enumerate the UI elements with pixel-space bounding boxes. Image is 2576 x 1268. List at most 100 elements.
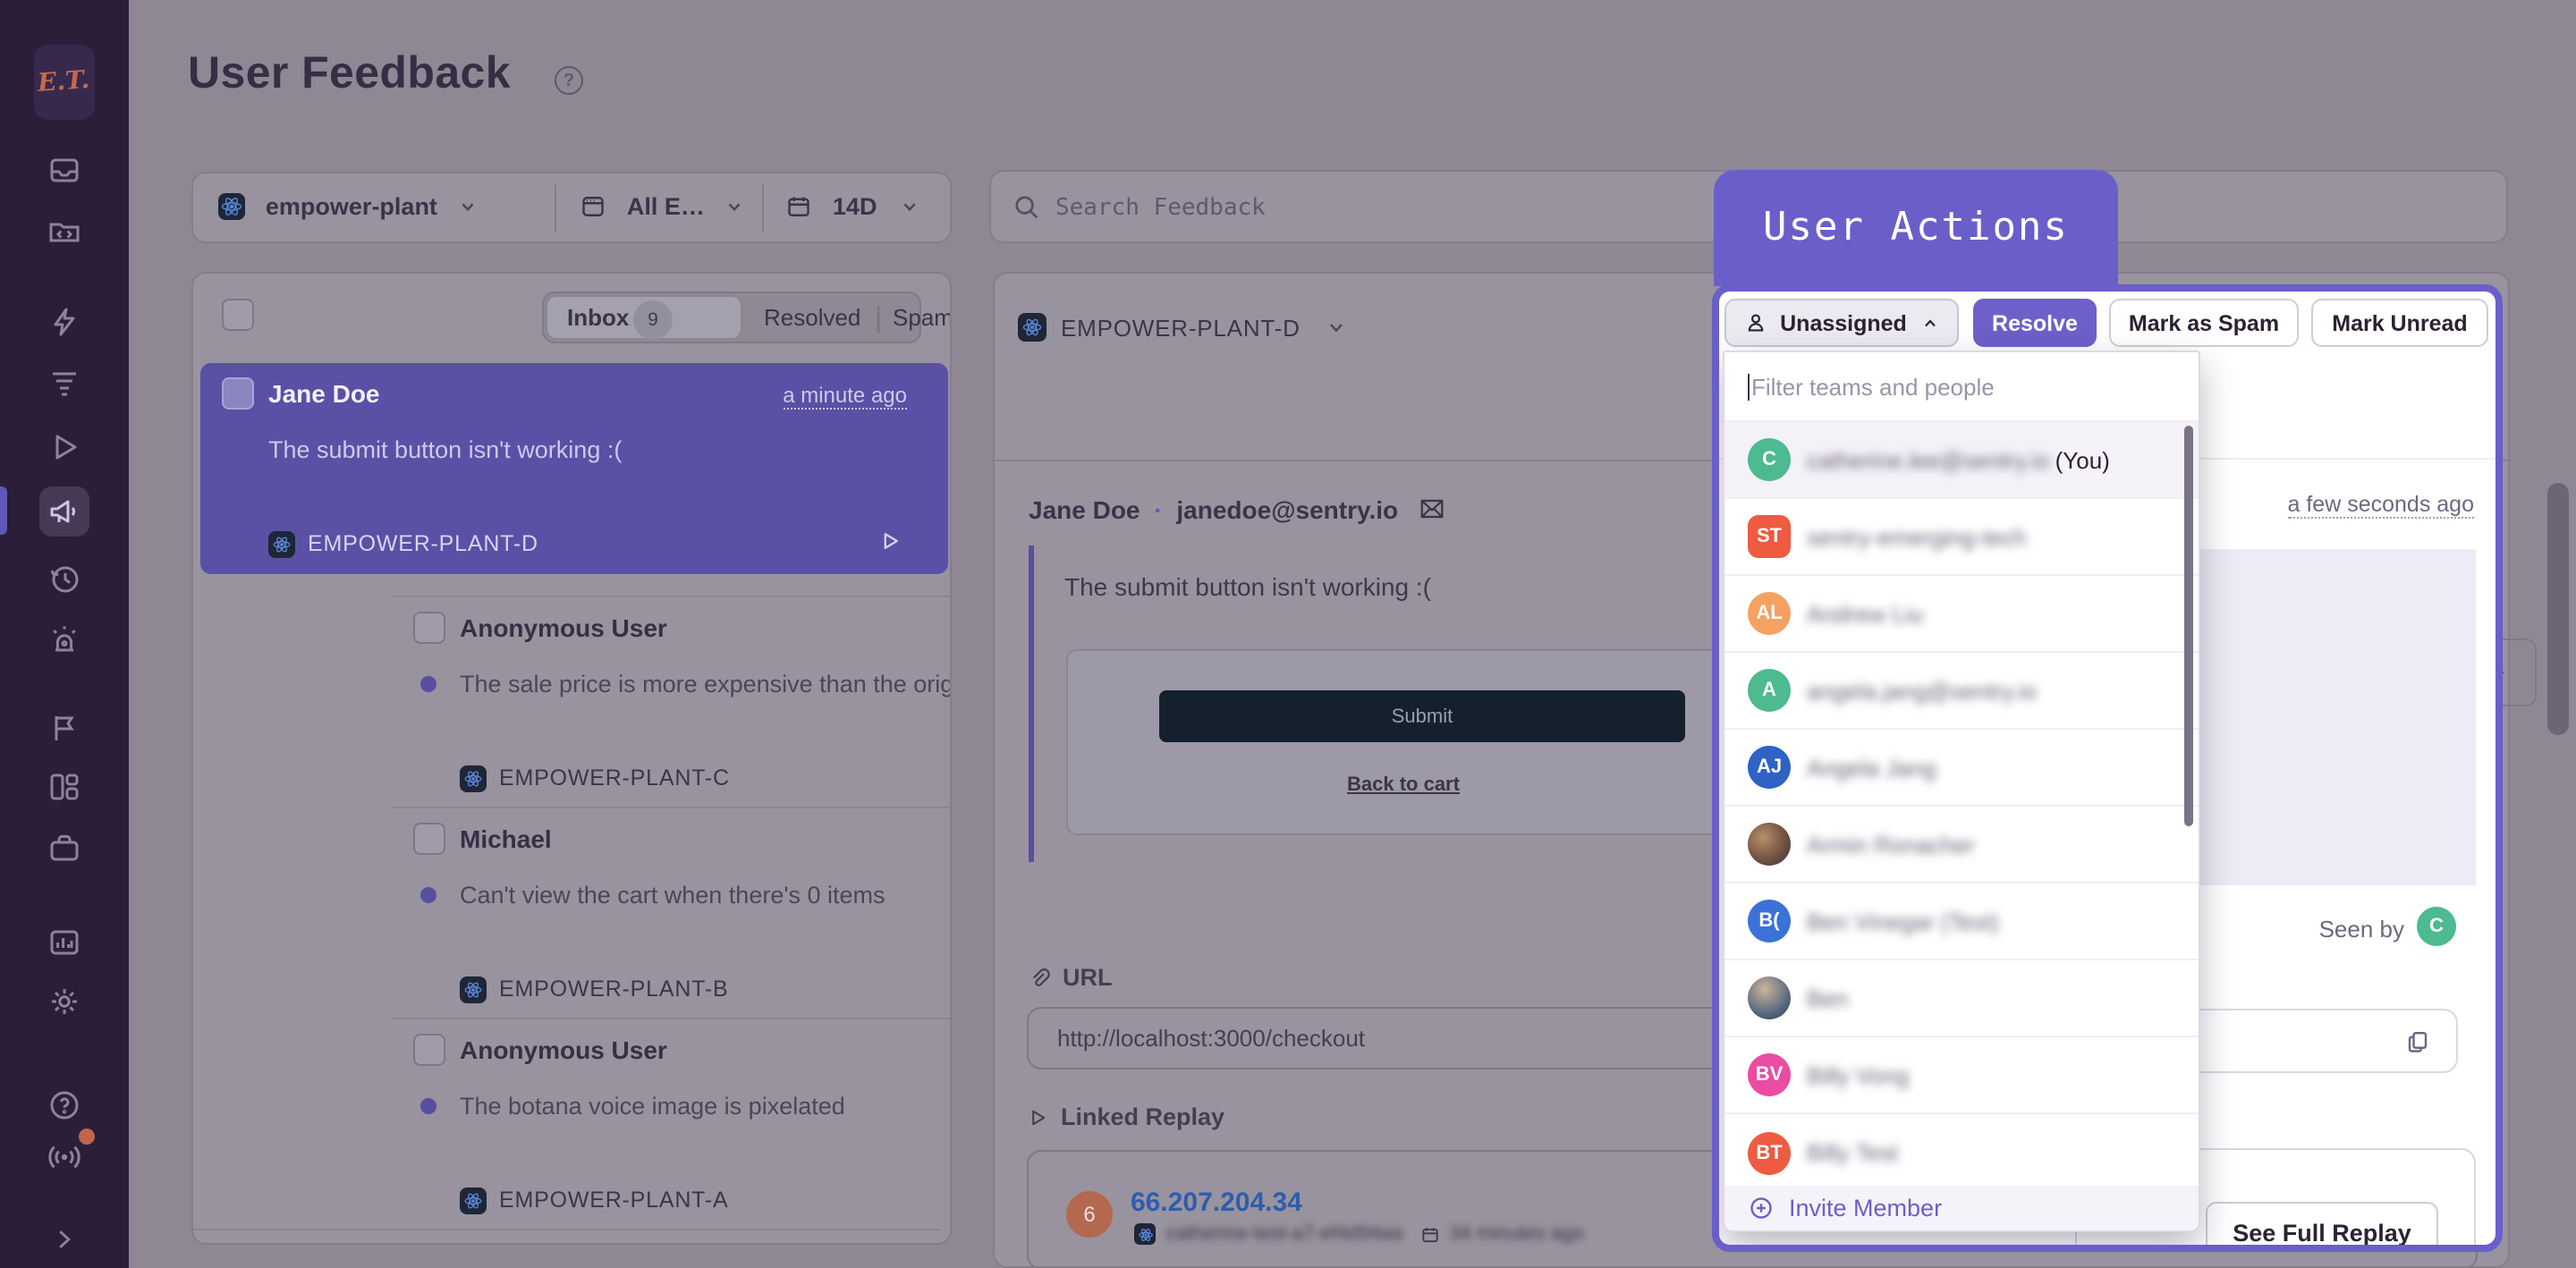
assignee-dropdown-button[interactable]: Unassigned <box>1724 299 1959 347</box>
replays-play-icon[interactable] <box>39 422 89 472</box>
member-option[interactable]: Armin Ronacher <box>1724 807 2199 883</box>
feedback-item[interactable]: Anonymous User 18 minutes ago The sale p… <box>392 596 952 807</box>
feedback-message: The botana voice image is pixelated <box>460 1093 952 1121</box>
react-project-icon <box>460 1187 487 1213</box>
environment-icon <box>580 194 606 221</box>
tab-inbox-label: Inbox <box>567 304 629 331</box>
member-option[interactable]: ST sentry-emerging-tech <box>1724 499 2199 576</box>
feedback-megaphone-icon[interactable] <box>39 486 89 537</box>
reporter-email: janedoe@sentry.io <box>1176 495 1398 524</box>
feedback-item-partial <box>193 1229 941 1230</box>
resolve-button[interactable]: Resolve <box>1973 299 2097 347</box>
quickstart-lightning-icon[interactable] <box>39 297 89 347</box>
chevron-down-icon <box>1326 317 1347 338</box>
copy-icon[interactable] <box>2404 1028 2431 1055</box>
feedback-item[interactable]: Michael 19 minutes ago Can't view the ca… <box>392 807 952 1018</box>
feedback-item[interactable]: Anonymous User 19 minutes ago The botana… <box>392 1018 952 1229</box>
whats-new-flag-icon[interactable] <box>39 703 89 753</box>
item-checkbox[interactable] <box>413 1034 445 1066</box>
feedback-item-selected[interactable]: Jane Doe a minute ago The submit button … <box>200 363 948 574</box>
item-checkbox[interactable] <box>222 377 254 410</box>
member-option[interactable]: Ben <box>1724 960 2199 1037</box>
assignee-filter-placeholder: Filter teams and people <box>1751 373 1995 400</box>
envelope-icon[interactable] <box>1419 495 1446 522</box>
member-avatar: C <box>1748 438 1791 481</box>
member-avatar: BV <box>1748 1053 1791 1096</box>
see-full-replay-label: See Full Replay <box>2233 1219 2411 1246</box>
help-icon[interactable] <box>39 1080 89 1130</box>
page-help-icon[interactable]: ? <box>555 66 583 95</box>
business-briefcase-icon[interactable] <box>39 823 89 873</box>
project-filter[interactable]: empower-plant <box>218 191 478 224</box>
member-name: sentry-emerging-tech <box>1807 523 2027 550</box>
date-filter[interactable]: 14D <box>785 191 919 224</box>
tab-inbox[interactable]: Inbox 9 <box>546 295 742 340</box>
calendar-icon <box>1420 1224 1440 1244</box>
member-option[interactable]: C catherine.lee@sentry.io (You) <box>1724 422 2199 499</box>
environment-filter[interactable]: All E… <box>580 191 745 224</box>
quote-message: The submit button isn't working :( <box>1064 572 1431 601</box>
assignee-filter-input[interactable]: Filter teams and people <box>1724 352 2199 422</box>
stats-chart-icon[interactable] <box>39 917 89 968</box>
linked-replay-label: Linked Replay <box>1061 1103 1224 1130</box>
member-option[interactable]: A angela.jang@sentry.io <box>1724 653 2199 730</box>
embedded-screenshot: Submit Back to cart <box>1066 649 1741 835</box>
member-name: Angela Jang <box>1807 754 1936 781</box>
project-slug: EMPOWER-PLANT-C <box>499 765 730 790</box>
reporter-separator: · <box>1154 495 1162 524</box>
invite-member-button[interactable]: Invite Member <box>1724 1186 2199 1230</box>
detail-project-switcher[interactable]: EMPOWER-PLANT-D <box>1018 313 1347 342</box>
mark-unread-button[interactable]: Mark Unread <box>2311 299 2488 347</box>
item-checkbox[interactable] <box>222 1243 254 1245</box>
feedback-list-panel: Inbox 9 Resolved | Spam Jane Doe a minut… <box>191 272 952 1245</box>
member-option[interactable]: AL Andrew Liu <box>1724 576 2199 653</box>
item-checkbox[interactable] <box>413 823 445 855</box>
linked-replay-header[interactable]: Linked Replay <box>1027 1103 1224 1130</box>
item-checkbox[interactable] <box>413 612 445 644</box>
settings-gear-icon[interactable] <box>39 976 89 1027</box>
member-option[interactable]: AJ Angela Jang <box>1724 730 2199 807</box>
chevron-down-icon <box>725 198 745 217</box>
select-all-checkbox[interactable] <box>222 299 254 331</box>
member-name: Armin Ronacher <box>1807 831 1975 858</box>
replay-time: 34 minutes ago <box>1449 1223 1583 1245</box>
dashboards-grid-icon[interactable] <box>39 762 89 812</box>
chevron-down-icon <box>458 198 478 217</box>
assignee-dropdown: Filter teams and people C catherine.lee@… <box>1723 351 2200 1232</box>
member-option[interactable]: BV Billy Vong <box>1724 1037 2199 1114</box>
assignee-label: Unassigned <box>1780 310 1907 335</box>
detail-timestamp: a few seconds ago <box>2288 492 2475 519</box>
unread-dot <box>420 887 436 903</box>
page-title: User Feedback <box>188 48 511 100</box>
tour-label-text: User Actions <box>1763 206 2069 250</box>
feedback-time: a minute ago <box>783 383 907 410</box>
filter-bar: empower-plant All E… 14D <box>191 172 952 243</box>
dropdown-scrollbar[interactable] <box>2184 426 2193 826</box>
collapse-chevron-icon[interactable] <box>39 1214 89 1264</box>
project-slug: EMPOWER-PLANT-A <box>499 1188 729 1213</box>
projects-code-icon[interactable] <box>39 206 89 256</box>
alerts-siren-icon[interactable] <box>39 613 89 664</box>
project-slug: EMPOWER-PLANT-B <box>499 976 729 1002</box>
feedback-author: Anonymous User <box>460 613 667 642</box>
member-option[interactable]: BT Billy Test <box>1724 1114 2199 1191</box>
releases-history-icon[interactable] <box>39 554 89 604</box>
see-full-replay-button[interactable]: See Full Replay <box>2206 1202 2438 1252</box>
traces-funnel-icon[interactable] <box>39 358 89 408</box>
react-project-icon <box>268 530 295 557</box>
replay-play-icon[interactable] <box>878 529 902 553</box>
member-option[interactable]: B( Ben Vinegar (Test) <box>1724 883 2199 960</box>
tab-resolved[interactable]: Resolved <box>764 304 860 331</box>
url-value: http://localhost:3000/checkout <box>1057 1025 1365 1052</box>
mark-as-spam-button[interactable]: Mark as Spam <box>2109 299 2299 347</box>
member-avatar: BT <box>1748 1131 1791 1174</box>
unread-dot <box>420 1098 436 1114</box>
invite-member-label: Invite Member <box>1789 1195 1942 1222</box>
issues-stack-icon[interactable] <box>39 145 89 195</box>
app-root: E.T. <box>0 0 2576 1268</box>
org-logo[interactable]: E.T. <box>34 45 95 120</box>
chevron-down-icon <box>899 198 919 217</box>
page-scrollbar[interactable] <box>2547 483 2569 735</box>
replay-ip-link[interactable]: 66.207.204.34 <box>1131 1188 1302 1218</box>
tab-spam[interactable]: Spam <box>893 304 952 331</box>
